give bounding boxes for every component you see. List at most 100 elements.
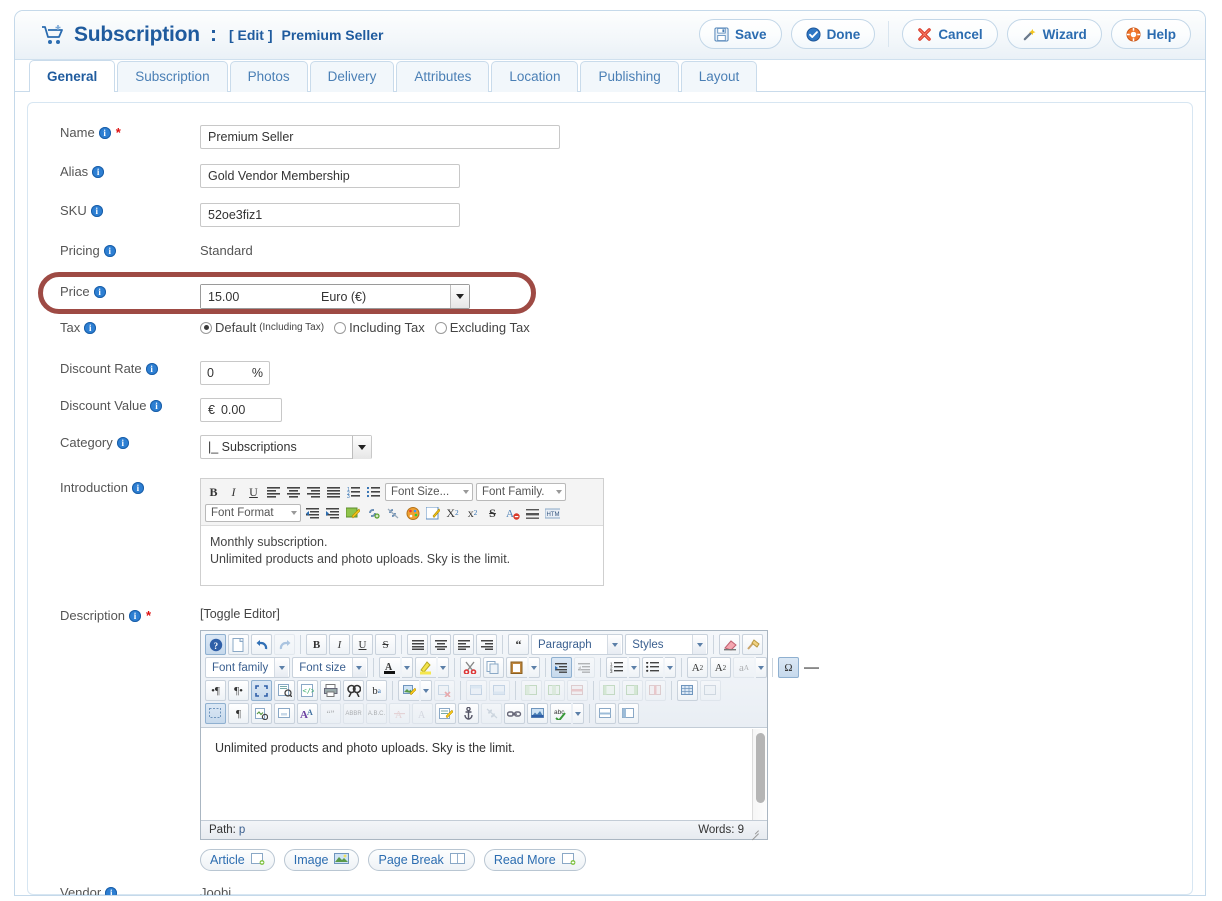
- sku-input[interactable]: [200, 203, 460, 227]
- text-color-dropdown-icon[interactable]: [401, 657, 413, 678]
- font-size-select[interactable]: Font size: [292, 657, 368, 678]
- superscript-icon[interactable]: x2: [464, 505, 481, 522]
- insert-span-icon[interactable]: A: [412, 703, 433, 724]
- align-center-icon[interactable]: [430, 634, 451, 655]
- done-button[interactable]: Done: [790, 19, 876, 49]
- spellcheck-dropdown-icon[interactable]: [573, 703, 584, 724]
- discount-value-field[interactable]: € 0.00: [200, 398, 282, 422]
- paste-icon[interactable]: [505, 657, 527, 678]
- unlink-icon[interactable]: [481, 703, 502, 724]
- info-icon[interactable]: i: [131, 481, 144, 494]
- save-button[interactable]: Save: [699, 19, 782, 49]
- edit-document-icon[interactable]: [424, 505, 441, 522]
- new-document-icon[interactable]: [228, 634, 249, 655]
- align-right-icon[interactable]: [305, 484, 322, 501]
- insert-row-after-icon[interactable]: [489, 680, 510, 701]
- indent-icon[interactable]: [550, 657, 572, 678]
- cancel-button[interactable]: Cancel: [902, 19, 998, 49]
- ltr-direction-icon[interactable]: •¶: [205, 680, 226, 701]
- html-source-icon[interactable]: HTML: [544, 505, 561, 522]
- tax-radio-default[interactable]: Default (Including Tax): [200, 320, 324, 335]
- info-icon[interactable]: i: [145, 362, 158, 375]
- currency-select-value[interactable]: Euro (€): [321, 290, 450, 304]
- strikethrough-icon[interactable]: S: [484, 505, 501, 522]
- font-family-select[interactable]: Font family: [205, 657, 291, 678]
- info-icon[interactable]: i: [90, 204, 103, 217]
- visual-aid-icon[interactable]: [205, 703, 226, 724]
- search-icon[interactable]: [343, 680, 364, 701]
- insert-table-icon[interactable]: [677, 680, 698, 701]
- source-code-icon[interactable]: </>: [297, 680, 318, 701]
- align-left-icon[interactable]: [265, 484, 282, 501]
- image-dropdown-icon[interactable]: [421, 680, 432, 701]
- horizontal-rule-icon[interactable]: [524, 505, 541, 522]
- horizontal-split-icon[interactable]: [595, 703, 616, 724]
- insert-column-before-icon[interactable]: [599, 680, 620, 701]
- remove-format-dropdown-icon[interactable]: [755, 657, 767, 678]
- description-scrollbar[interactable]: [752, 729, 767, 820]
- outdent-icon[interactable]: [304, 505, 321, 522]
- info-icon[interactable]: i: [105, 886, 118, 895]
- bold-icon[interactable]: B: [205, 484, 222, 501]
- introduction-content[interactable]: Monthly subscription. Unlimited products…: [201, 526, 603, 585]
- delete-table-icon[interactable]: [434, 680, 455, 701]
- blockquote-icon[interactable]: “: [508, 634, 529, 655]
- tab-general[interactable]: General: [29, 60, 116, 92]
- link-icon[interactable]: [364, 505, 381, 522]
- spellcheck-icon[interactable]: abc: [550, 703, 571, 724]
- merge-cells-icon[interactable]: [521, 680, 542, 701]
- subscript-icon[interactable]: A2: [686, 657, 708, 678]
- color-palette-icon[interactable]: [404, 505, 421, 522]
- tab-attributes[interactable]: Attributes: [396, 61, 490, 92]
- table-properties-icon[interactable]: [700, 680, 721, 701]
- subscript-icon[interactable]: X2: [444, 505, 461, 522]
- tab-layout[interactable]: Layout: [680, 61, 758, 92]
- rtl-direction-icon[interactable]: ¶•: [228, 680, 249, 701]
- insert-page-break-button[interactable]: Page Break: [368, 849, 475, 871]
- print-icon[interactable]: [320, 680, 341, 701]
- numbered-list-dropdown-icon[interactable]: [628, 657, 640, 678]
- show-invisibles-icon[interactable]: ¶: [228, 703, 249, 724]
- paragraph-format-select[interactable]: Paragraph: [531, 634, 624, 655]
- info-icon[interactable]: i: [92, 165, 105, 178]
- insert-note-icon[interactable]: [435, 703, 456, 724]
- info-icon[interactable]: i: [84, 321, 97, 334]
- cleanup-icon[interactable]: [742, 634, 763, 655]
- align-right-icon[interactable]: [476, 634, 497, 655]
- resize-grip-icon[interactable]: [750, 826, 759, 835]
- align-center-icon[interactable]: [285, 484, 302, 501]
- chevron-down-icon[interactable]: [450, 285, 469, 308]
- insert-media-icon[interactable]: [251, 703, 272, 724]
- wizard-button[interactable]: Wizard: [1006, 19, 1102, 49]
- special-character-icon[interactable]: Ω: [777, 657, 799, 678]
- fullscreen-icon[interactable]: [251, 680, 272, 701]
- info-icon[interactable]: i: [93, 285, 106, 298]
- tax-radio-excluding[interactable]: Excluding Tax: [434, 320, 530, 335]
- tab-location[interactable]: Location: [491, 61, 579, 92]
- styles-select[interactable]: Styles: [625, 634, 708, 655]
- remove-format-icon[interactable]: aA: [732, 657, 754, 678]
- italic-icon[interactable]: I: [329, 634, 350, 655]
- insert-edit-image-icon[interactable]: [398, 680, 419, 701]
- insert-layer-icon[interactable]: [274, 703, 295, 724]
- eraser-icon[interactable]: [719, 634, 740, 655]
- insert-image-button[interactable]: Image: [283, 849, 360, 871]
- edit-image-icon[interactable]: [344, 505, 361, 522]
- info-icon[interactable]: i: [103, 244, 116, 257]
- help-button[interactable]: Help: [1110, 19, 1191, 49]
- citation-icon[interactable]: “”: [320, 703, 341, 724]
- insert-read-more-button[interactable]: Read More: [483, 849, 586, 871]
- radio-dot-icon[interactable]: [434, 321, 447, 334]
- underline-icon[interactable]: U: [245, 484, 262, 501]
- highlight-color-dropdown-icon[interactable]: [437, 657, 449, 678]
- font-size-select[interactable]: Font Size...: [385, 483, 473, 501]
- radio-dot-icon[interactable]: [334, 321, 347, 334]
- undo-icon[interactable]: [251, 634, 272, 655]
- highlight-color-icon[interactable]: [414, 657, 436, 678]
- alias-input[interactable]: [200, 164, 460, 188]
- abbreviation-icon[interactable]: ABBR: [343, 703, 364, 724]
- tab-photos[interactable]: Photos: [229, 61, 308, 92]
- redo-icon[interactable]: [274, 634, 295, 655]
- superscript-icon[interactable]: A2: [709, 657, 731, 678]
- info-icon[interactable]: i: [116, 436, 129, 449]
